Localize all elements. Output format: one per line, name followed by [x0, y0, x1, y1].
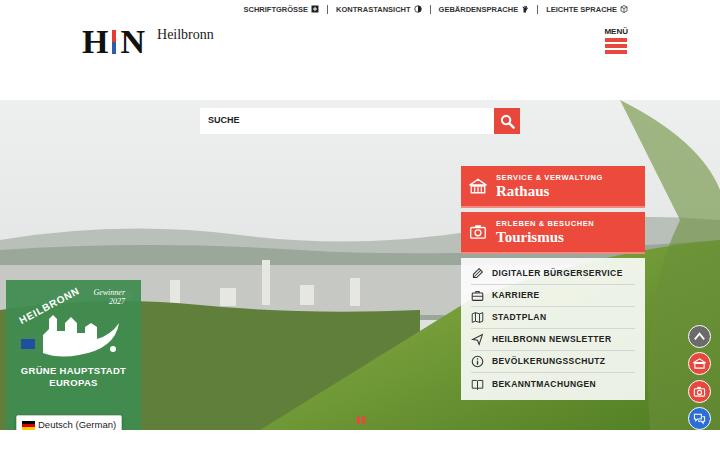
logo-letter: N	[120, 27, 145, 57]
portal-kicker: ERLEBEN & BESUCHEN	[496, 219, 594, 229]
accessibility-label: KONTRASTANSICHT	[336, 5, 410, 14]
portal-card[interactable]: ERLEBEN & BESUCHENTourismus	[461, 212, 645, 254]
accessibility-label: GEBÄRDENSPRACHE	[439, 5, 519, 14]
german-flag-icon	[22, 421, 35, 430]
language-label: Deutsch (German)	[38, 418, 116, 430]
award-year: 2027	[93, 297, 125, 306]
accessibility-link[interactable]: LEICHTE SPRACHE	[537, 5, 628, 14]
accessibility-link[interactable]: SCHRIFTGRÖSSE	[236, 5, 328, 14]
briefcase-icon	[471, 289, 484, 302]
award-title-line: GRÜNE HAUPTSTADT	[21, 365, 126, 377]
accessibility-label: LEICHTE SPRACHE	[546, 5, 617, 14]
quick-link[interactable]: HEILBRONN NEWSLETTER	[471, 329, 635, 351]
rathaus-shortcut[interactable]	[688, 352, 711, 375]
search-button[interactable]	[494, 108, 520, 134]
town-hall-icon	[693, 357, 706, 370]
search-bar	[200, 108, 520, 134]
scroll-top-button[interactable]	[688, 325, 711, 348]
quick-link[interactable]: STADTPLAN	[471, 307, 635, 329]
camera-icon	[693, 385, 706, 398]
language-selector[interactable]: Deutsch (German)	[16, 415, 122, 430]
award-winner: Gewinner 2027	[93, 288, 125, 306]
hero: SERVICE & VERWALTUNGRathausERLEBEN & BES…	[0, 100, 720, 430]
menu-button[interactable]: MENÜ	[604, 27, 628, 54]
logo-city: Heilbronn	[157, 28, 214, 42]
quick-links: DIGITALER BÜRGERSERVICE KARRIERE STADTPLAN…	[461, 258, 645, 400]
pause-bar-icon	[362, 416, 365, 424]
award-title-line: EUROPAS	[49, 377, 97, 389]
menu-label: MENÜ	[604, 27, 628, 36]
logo[interactable]: H N Heilbronn	[82, 27, 214, 57]
chat-icon	[693, 412, 706, 425]
arrow-up-icon	[693, 330, 706, 343]
portal-panel: SERVICE & VERWALTUNGRathausERLEBEN & BES…	[461, 166, 645, 400]
pause-bar-icon	[357, 416, 360, 424]
accessibility-bar: SCHRIFTGRÖSSE KONTRASTANSICHT GEBÄRDENSPRA…	[0, 0, 720, 16]
contrast-icon	[414, 5, 422, 13]
quick-link-label: DIGITALER BÜRGERSERVICE	[492, 267, 623, 280]
accessibility-label: SCHRIFTGRÖSSE	[244, 5, 309, 14]
map-icon	[471, 311, 484, 324]
award-winner-label: Gewinner	[93, 288, 125, 297]
accessibility-link[interactable]: KONTRASTANSICHT	[327, 5, 429, 14]
quick-link-label: STADTPLAN	[492, 311, 546, 324]
quick-link-label: BEKANNTMACHUNGEN	[492, 378, 596, 391]
portal-card[interactable]: SERVICE & VERWALTUNGRathaus	[461, 166, 645, 208]
pen-icon	[471, 267, 484, 280]
portal-title: Tourismus	[496, 229, 594, 246]
logo-letter: H	[82, 27, 108, 57]
quick-link[interactable]: DIGITALER BÜRGERSERVICE	[471, 263, 635, 285]
easy-language-icon	[620, 5, 628, 13]
font-size-icon	[311, 5, 319, 13]
quick-link[interactable]: KARRIERE	[471, 285, 635, 307]
town-hall-icon	[469, 177, 487, 195]
quick-link-label: BEVÖLKERUNGSSCHUTZ	[492, 355, 605, 368]
award-badge[interactable]: HEILBRONN Gewinner 2027 GRÜNE HAUPTSTADT…	[6, 280, 141, 430]
logo-bar-icon	[112, 30, 116, 54]
magnifier-icon	[500, 114, 515, 129]
portal-kicker: SERVICE & VERWALTUNG	[496, 173, 603, 183]
quick-link-label: KARRIERE	[492, 289, 540, 302]
hamburger-icon	[605, 38, 627, 54]
book-icon	[471, 378, 484, 391]
quick-link[interactable]: BEVÖLKERUNGSSCHUTZ	[471, 351, 635, 373]
hand-icon	[521, 5, 529, 13]
tourism-shortcut[interactable]	[688, 380, 711, 403]
site-header: SCHRIFTGRÖSSE KONTRASTANSICHT GEBÄRDENSPRA…	[0, 0, 720, 100]
quick-link-label: HEILBRONN NEWSLETTER	[492, 333, 611, 346]
chat-button[interactable]	[688, 407, 711, 430]
send-icon	[471, 333, 484, 346]
portal-title: Rathaus	[496, 183, 603, 200]
search-input[interactable]	[200, 108, 494, 134]
quick-link[interactable]: BEKANNTMACHUNGEN	[471, 373, 635, 395]
accessibility-link[interactable]: GEBÄRDENSPRACHE	[430, 5, 538, 14]
camera-icon	[469, 223, 487, 241]
slider-toggle[interactable]	[355, 414, 367, 426]
info-icon	[471, 355, 484, 368]
